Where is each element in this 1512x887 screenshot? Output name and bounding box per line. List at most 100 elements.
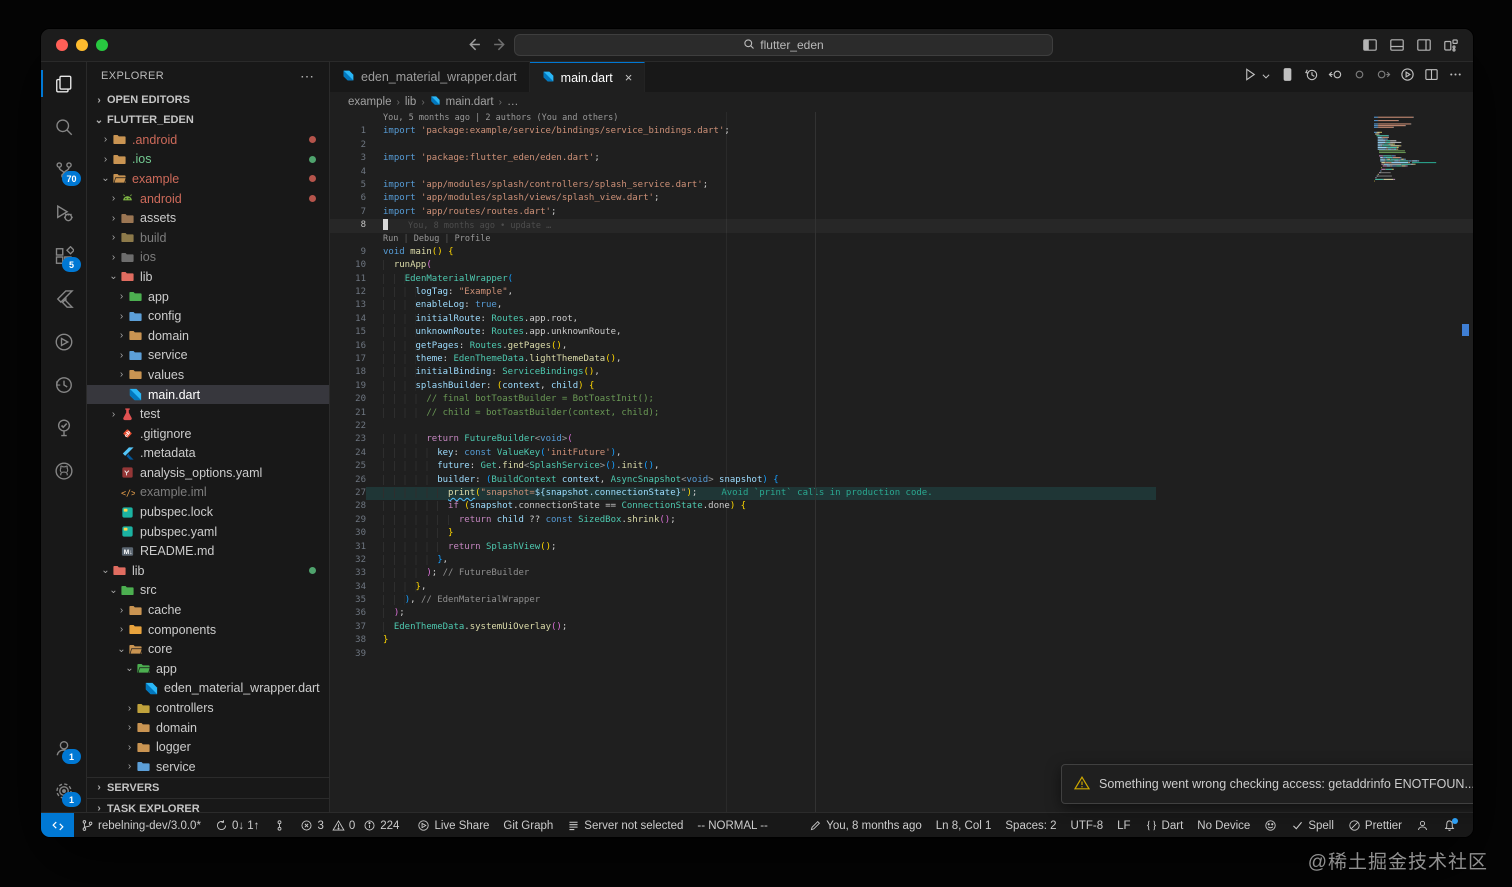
tree-item-example[interactable]: ⌄ example xyxy=(87,169,329,189)
code-line-22[interactable]: 22 xyxy=(330,420,1473,433)
activity-extensions-icon[interactable]: 5 xyxy=(41,234,86,277)
code-line-9[interactable]: 9 void main() { xyxy=(330,246,1473,259)
tree-item-app[interactable]: ⌄ app xyxy=(87,659,329,679)
statusbar-gitlens[interactable] xyxy=(266,813,293,837)
history-forward-icon[interactable] xyxy=(492,36,509,53)
tree-item-lib[interactable]: ⌄ lib xyxy=(87,561,329,581)
chevron-right-icon[interactable]: › xyxy=(115,311,128,322)
code-line-29[interactable]: 29 return child ?? const SizedBox.shrink… xyxy=(330,514,1473,527)
code-line-23[interactable]: 23 return FutureBuilder<void>( xyxy=(330,433,1473,446)
zoom-window-button[interactable] xyxy=(96,39,108,51)
nav-location-icon[interactable] xyxy=(1352,67,1367,87)
chevron-right-icon[interactable]: › xyxy=(123,761,136,772)
tree-item--metadata[interactable]: .metadata xyxy=(87,444,329,464)
statusbar-flutter-device[interactable]: No Device xyxy=(1190,813,1257,837)
code-line-31[interactable]: 31 return SplashView(); xyxy=(330,541,1473,554)
code-line-16[interactable]: 16 getPages: Routes.getPages(), xyxy=(330,340,1473,353)
history-back-icon[interactable] xyxy=(465,36,482,53)
chevron-right-icon[interactable]: › xyxy=(107,409,120,420)
chevron-down-icon[interactable]: ⌄ xyxy=(99,565,112,576)
nav-forward-icon[interactable] xyxy=(1376,67,1391,87)
minimize-window-button[interactable] xyxy=(76,39,88,51)
code-line-1[interactable]: 1 import 'package:example/service/binding… xyxy=(330,125,1473,138)
command-center-search[interactable]: flutter_eden xyxy=(514,34,1053,56)
chevron-right-icon[interactable]: › xyxy=(115,350,128,361)
section-servers[interactable]: › SERVERS xyxy=(87,776,329,798)
code-line-37[interactable]: 37 EdenThemeData.systemUiOverlay(); xyxy=(330,621,1473,634)
tree-item-pubspec-yaml[interactable]: pubspec.yaml xyxy=(87,522,329,542)
activity-source-control-icon[interactable]: 70 xyxy=(41,148,86,191)
tree-item-config[interactable]: › config xyxy=(87,306,329,326)
close-window-button[interactable] xyxy=(56,39,68,51)
tree-item-readme-md[interactable]: M↓ README.md xyxy=(87,541,329,561)
more-actions-icon[interactable] xyxy=(1448,67,1463,87)
code-line-35[interactable]: 35 ), // EdenMaterialWrapper xyxy=(330,594,1473,607)
tree-item-build[interactable]: › build xyxy=(87,228,329,248)
chevron-right-icon[interactable]: › xyxy=(115,291,128,302)
tree-item-service[interactable]: › service xyxy=(87,757,329,777)
statusbar-problems[interactable]: 3 0 224 xyxy=(293,813,410,837)
tree-item-app[interactable]: › app xyxy=(87,287,329,307)
code-line-5[interactable]: 5 import 'app/modules/splash/controllers/… xyxy=(330,179,1473,192)
activity-run-and-debug-icon[interactable] xyxy=(41,191,86,234)
statusbar-spell[interactable]: Spell xyxy=(1284,813,1341,837)
chevron-right-icon[interactable]: › xyxy=(115,330,128,341)
split-editor-icon[interactable] xyxy=(1424,67,1439,87)
codelens-debug[interactable]: Debug xyxy=(414,234,440,244)
tree-item-main-dart[interactable]: main.dart xyxy=(87,384,329,405)
code-line-33[interactable]: 33 ); // FutureBuilder xyxy=(330,567,1473,580)
nav-back-icon[interactable] xyxy=(1328,67,1343,87)
tree-item-pubspec-lock[interactable]: pubspec.lock xyxy=(87,502,329,522)
explorer-more-actions-icon[interactable]: ⋯ xyxy=(300,68,315,85)
minimap[interactable] xyxy=(1374,115,1446,191)
statusbar-server[interactable]: Server not selected xyxy=(560,813,690,837)
tree-item-domain[interactable]: › domain xyxy=(87,326,329,346)
code-line-11[interactable]: 11 EdenMaterialWrapper( xyxy=(330,273,1473,286)
breadcrumb-item[interactable]: example xyxy=(348,96,391,108)
chevron-right-icon[interactable]: › xyxy=(99,134,112,145)
code-line-36[interactable]: 36 ); xyxy=(330,607,1473,620)
codelens-profile[interactable]: Profile xyxy=(455,234,491,244)
code-line-26[interactable]: 26 builder: (BuildContext context, Async… xyxy=(330,474,1473,487)
statusbar-git-graph[interactable]: Git Graph xyxy=(496,813,560,837)
statusbar-encoding[interactable]: UTF-8 xyxy=(1064,813,1111,837)
tree-item-ios[interactable]: › ios xyxy=(87,248,329,268)
toggle-panel-icon[interactable] xyxy=(1389,37,1405,58)
code-line-2[interactable]: 2 xyxy=(330,139,1473,152)
code-line-17[interactable]: 17 theme: EdenThemeData.lightThemeData()… xyxy=(330,353,1473,366)
tree-item-lib[interactable]: ⌄ lib xyxy=(87,267,329,287)
activity-github-icon[interactable] xyxy=(41,449,86,492)
code-line-28[interactable]: 28 if (snapshot.connectionState == Conne… xyxy=(330,500,1473,513)
activity-search-icon[interactable] xyxy=(41,105,86,148)
code-line-6[interactable]: 6 import 'app/modules/splash/views/splash… xyxy=(330,192,1473,205)
statusbar-cursor-position[interactable]: Ln 8, Col 1 xyxy=(929,813,999,837)
code-line-39[interactable]: 39 xyxy=(330,648,1473,661)
tree-item-domain[interactable]: › domain xyxy=(87,718,329,738)
code-line-12[interactable]: 12 logTag: "Example", xyxy=(330,286,1473,299)
chevron-right-icon[interactable]: › xyxy=(107,213,120,224)
tree-item-src[interactable]: ⌄ src xyxy=(87,581,329,601)
code-line-13[interactable]: 13 enableLog: true, xyxy=(330,299,1473,312)
codelens-row[interactable]: You, 5 months ago | 2 authors (You and o… xyxy=(330,112,1473,125)
chevron-right-icon[interactable]: › xyxy=(115,624,128,635)
statusbar-remote-indicator[interactable] xyxy=(41,813,74,837)
chevron-down-icon[interactable]: ⌄ xyxy=(115,644,128,655)
run-button[interactable] xyxy=(1243,67,1258,87)
tree-item-service[interactable]: › service xyxy=(87,346,329,366)
code-line-10[interactable]: 10 runApp( xyxy=(330,259,1473,272)
tree-item--ios[interactable]: › .ios xyxy=(87,150,329,170)
statusbar-vim-mode[interactable]: -- NORMAL -- xyxy=(690,813,774,837)
code-line-30[interactable]: 30 } xyxy=(330,527,1473,540)
tab-eden-material-wrapper[interactable]: eden_material_wrapper.dart xyxy=(330,62,530,92)
chevron-down-icon[interactable]: ⌄ xyxy=(107,271,120,282)
statusbar-git-sync[interactable]: 0↓ 1↑ xyxy=(208,813,267,837)
toggle-secondary-sidebar-icon[interactable] xyxy=(1416,37,1432,58)
tree-item--android[interactable]: › .android xyxy=(87,130,329,150)
code-line-32[interactable]: 32 }, xyxy=(330,554,1473,567)
activity-accounts-icon[interactable]: 1 xyxy=(41,726,86,769)
code-line-24[interactable]: 24 key: const ValueKey('initFuture'), xyxy=(330,447,1473,460)
run-file-icon[interactable] xyxy=(1400,67,1415,87)
notification-toast[interactable]: Something went wrong checking access: ge… xyxy=(1061,764,1473,804)
code-line-8[interactable]: 8 You, 8 months ago • update … xyxy=(330,219,1473,233)
code-line-18[interactable]: 18 initialBinding: ServiceBindings(), xyxy=(330,366,1473,379)
